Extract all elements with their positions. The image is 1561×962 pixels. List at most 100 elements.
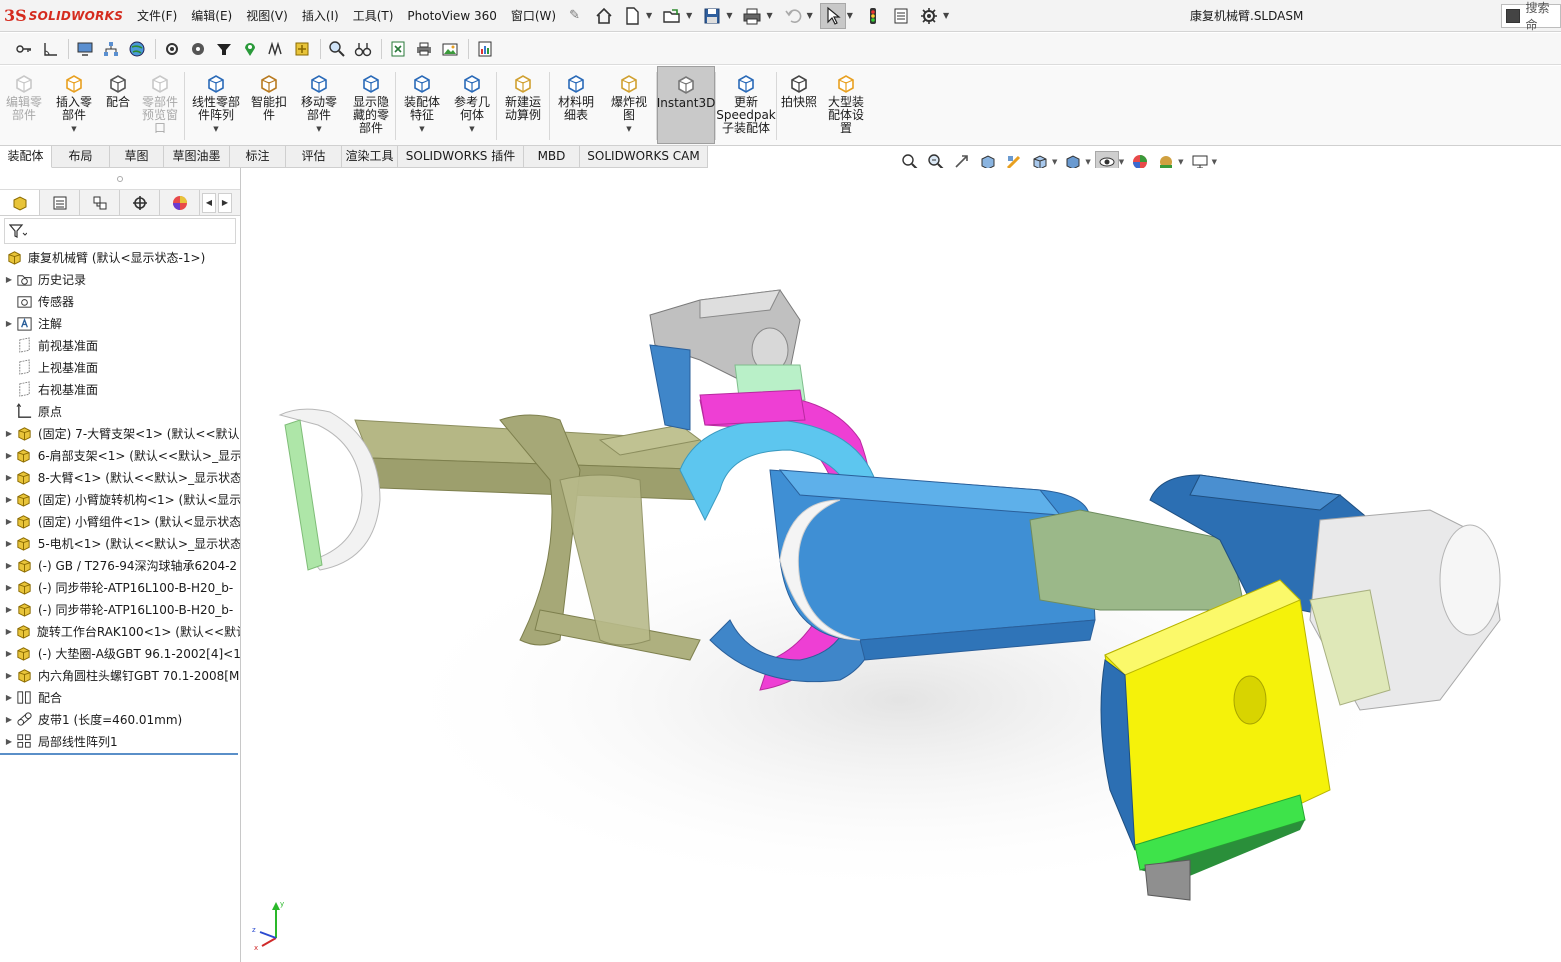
print-dropdown-icon[interactable]: ▼: [766, 11, 772, 20]
command-3[interactable]: 零部件 预览窗 口: [136, 66, 184, 144]
tab-7[interactable]: SOLIDWORKS 插件: [398, 146, 524, 168]
command-dropdown-icon[interactable]: ▼: [419, 123, 424, 136]
hide-show-dropdown-icon[interactable]: ▼: [1119, 158, 1124, 166]
measure-icon[interactable]: [264, 37, 288, 61]
undo-icon[interactable]: [780, 3, 806, 29]
save-dropdown-icon[interactable]: ▼: [726, 11, 732, 20]
cog-icon[interactable]: [186, 37, 210, 61]
options-dropdown-icon[interactable]: ▼: [943, 11, 949, 20]
menu-view[interactable]: 视图(V): [239, 0, 295, 32]
select-dropdown-icon[interactable]: ▼: [847, 11, 853, 20]
tree-expand-icon[interactable]: ▶: [0, 605, 14, 614]
select-cursor-icon[interactable]: [819, 2, 846, 29]
command-12[interactable]: 爆炸视 图 ▼: [602, 66, 656, 144]
open-icon[interactable]: [659, 3, 685, 29]
tree-item[interactable]: 右视基准面: [0, 378, 240, 400]
tree-item[interactable]: ▶ 配合: [0, 686, 240, 708]
file-properties-icon[interactable]: [888, 3, 914, 29]
tree-item[interactable]: ▶ 6-肩部支架<1> (默认<<默认>_显示: [0, 444, 240, 466]
tab-9[interactable]: SOLIDWORKS CAM: [580, 146, 708, 168]
tree-item[interactable]: ▶ (-) GB / T276-94深沟球轴承6204-2: [0, 554, 240, 576]
save-icon[interactable]: [699, 3, 725, 29]
tree-item[interactable]: ▶ 8-大臂<1> (默认<<默认>_显示状态: [0, 466, 240, 488]
tree-expand-icon[interactable]: ▶: [0, 429, 14, 438]
pin-icon[interactable]: ✎: [569, 8, 580, 23]
location-pin-icon[interactable]: [238, 37, 262, 61]
print-icon[interactable]: [739, 3, 765, 29]
binoculars-icon[interactable]: [351, 37, 375, 61]
network-icon[interactable]: [99, 37, 123, 61]
menu-file[interactable]: 文件(F): [130, 0, 184, 32]
panel-scroll-right-icon[interactable]: ▶: [218, 192, 232, 213]
tab-0[interactable]: 装配体: [0, 146, 52, 168]
tree-expand-icon[interactable]: ▶: [0, 583, 14, 592]
command-dropdown-icon[interactable]: ▼: [626, 123, 631, 136]
tree-expand-icon[interactable]: ▶: [0, 649, 14, 658]
open-dropdown-icon[interactable]: ▼: [686, 11, 692, 20]
tree-item[interactable]: 上视基准面: [0, 356, 240, 378]
tab-2[interactable]: 草图: [110, 146, 164, 168]
command-dropdown-icon[interactable]: ▼: [213, 123, 218, 136]
report-icon[interactable]: [473, 37, 497, 61]
home-icon[interactable]: [591, 3, 617, 29]
command-dropdown-icon[interactable]: ▼: [71, 123, 76, 136]
tree-expand-icon[interactable]: ▶: [0, 451, 14, 460]
panel-scroll-left-icon[interactable]: ◀: [202, 192, 216, 213]
tree-item[interactable]: ▶ 旋转工作台RAK100<1> (默认<<默认: [0, 620, 240, 642]
tree-expand-icon[interactable]: ▶: [0, 693, 14, 702]
command-dropdown-icon[interactable]: ▼: [316, 123, 321, 136]
menu-window[interactable]: 窗口(W): [504, 0, 563, 32]
menu-tools[interactable]: 工具(T): [346, 0, 401, 32]
tree-item[interactable]: ▶ (-) 同步带轮-ATP16L100-B-H20_b-: [0, 598, 240, 620]
tree-item[interactable]: 传感器: [0, 290, 240, 312]
command-4[interactable]: 线性零部 件阵列 ▼: [185, 66, 247, 144]
funnel-icon[interactable]: [212, 37, 236, 61]
tree-expand-icon[interactable]: ▶: [0, 517, 14, 526]
tree-item[interactable]: ▶ 皮带1 (长度=460.01mm): [0, 708, 240, 730]
command-15[interactable]: 拍快照: [777, 66, 821, 144]
tree-item[interactable]: ▶ 历史记录: [0, 268, 240, 290]
options-gear-icon[interactable]: [916, 3, 942, 29]
right-motor-part[interactable]: [1309, 509, 1501, 711]
tab-6[interactable]: 渲染工具: [342, 146, 398, 168]
menu-photoview[interactable]: PhotoView 360: [400, 0, 503, 32]
command-9[interactable]: 参考几 何体 ▼: [448, 66, 496, 144]
tree-expand-icon[interactable]: ▶: [0, 473, 14, 482]
splitter-handle-icon[interactable]: [117, 175, 123, 182]
search-box[interactable]: 搜索命: [1501, 1, 1561, 32]
tree-expand-icon[interactable]: ▶: [0, 715, 14, 724]
command-10[interactable]: 新建运 动算例: [497, 66, 549, 144]
new-dropdown-icon[interactable]: ▼: [646, 11, 652, 20]
tree-item[interactable]: 前视基准面: [0, 334, 240, 356]
command-6[interactable]: 移动零 部件 ▼: [291, 66, 347, 144]
settings-gear-icon[interactable]: [160, 37, 184, 61]
command-13[interactable]: Instant3D: [657, 66, 715, 144]
tree-expand-icon[interactable]: ▶: [0, 539, 14, 548]
tree-item[interactable]: ▶ 局部线性阵列1: [0, 730, 240, 752]
tree-item[interactable]: ▶ 内六角圆柱头螺钉GBT 70.1-2008[M: [0, 664, 240, 686]
solidworks-logo[interactable]: 3S SOLIDWORKS: [0, 6, 130, 25]
command-0[interactable]: 编辑零 部件: [0, 66, 48, 144]
tree-expand-icon[interactable]: ▶: [0, 627, 14, 636]
view-settings-dropdown-icon[interactable]: ▼: [1212, 158, 1217, 166]
display-style-dropdown-icon[interactable]: ▼: [1085, 158, 1090, 166]
tree-filter[interactable]: [4, 218, 236, 244]
command-11[interactable]: 材料明 细表: [550, 66, 602, 144]
tab-5[interactable]: 评估: [286, 146, 342, 168]
tree-expand-icon[interactable]: ▶: [0, 737, 14, 746]
shoulder-motor-part[interactable]: [649, 289, 806, 431]
tree-expand-icon[interactable]: ▶: [0, 561, 14, 570]
command-8[interactable]: 装配体 特征 ▼: [396, 66, 448, 144]
tree-item[interactable]: ▶ (固定) 7-大臂支架<1> (默认<<默认: [0, 422, 240, 444]
globe-icon[interactable]: [125, 37, 149, 61]
printer-small-icon[interactable]: [412, 37, 436, 61]
tab-8[interactable]: MBD: [524, 146, 580, 168]
tree-expand-icon[interactable]: ▶: [0, 319, 14, 328]
command-14[interactable]: 更新 Speedpak 子装配体: [716, 66, 776, 144]
tab-3[interactable]: 草图油墨: [164, 146, 230, 168]
undo-dropdown-icon[interactable]: ▼: [807, 11, 813, 20]
tab-4[interactable]: 标注: [230, 146, 286, 168]
command-2[interactable]: 配合: [100, 66, 136, 144]
angle-icon[interactable]: [38, 37, 62, 61]
command-dropdown-icon[interactable]: ▼: [469, 123, 474, 136]
